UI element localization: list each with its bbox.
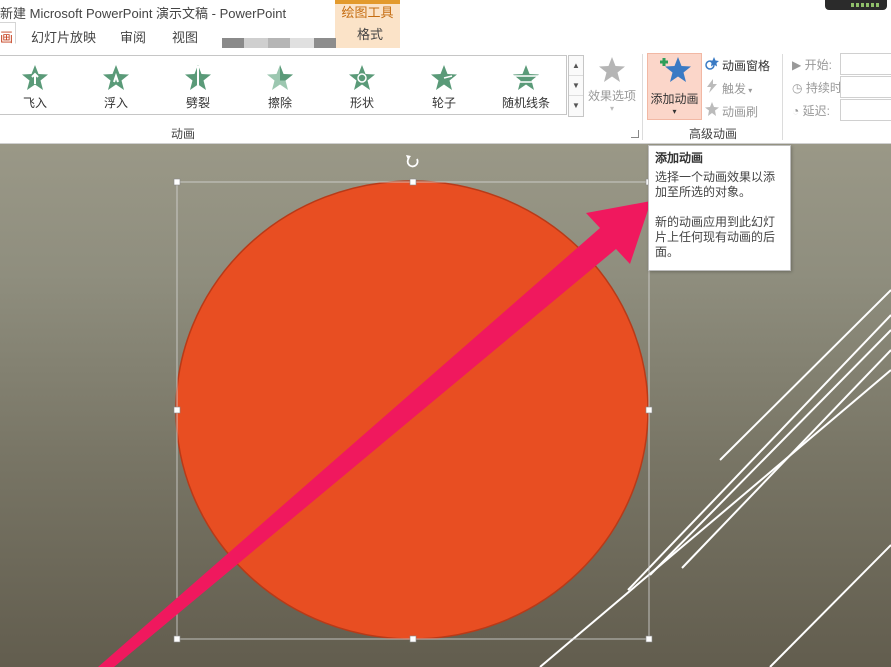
random-bars-icon [513, 65, 539, 90]
gallery-item-fly-in[interactable]: 飞入 [0, 64, 70, 111]
fly-in-icon [22, 65, 48, 90]
timing-delay-label: 延迟: [802, 104, 830, 118]
split-icon [185, 65, 211, 90]
expand-gallery-icon[interactable]: ▼ [569, 96, 583, 115]
gallery-item-label: 随机线条 [501, 96, 550, 110]
gallery-item-shape[interactable]: 形状 [327, 64, 397, 111]
gallery-item-label: 轮子 [431, 96, 456, 110]
gallery-item-label: 劈裂 [185, 96, 210, 110]
tooltip-text: 新的动画应用到此幻灯片上任何现有动画的后面。 [655, 215, 776, 259]
tab-animations-active[interactable]: 画 [0, 22, 16, 45]
gallery-item-wipe[interactable]: 擦除 [245, 64, 315, 111]
scroll-up-icon[interactable]: ▲ [569, 56, 583, 76]
gallery-item-label: 形状 [349, 96, 374, 110]
delay-input[interactable] [840, 99, 891, 121]
effect-options-label: 效果选项 [587, 89, 636, 103]
timing-start: ▶ 开始: [792, 56, 832, 73]
add-animation-tooltip: 添加动画 选择一个动画效果以添加至所选的对象。 新的动画应用到此幻灯片上任何现有… [648, 145, 791, 271]
dropdown-arrow-icon: ▾ [672, 107, 677, 116]
gallery-item-split[interactable]: 劈裂 [163, 64, 233, 111]
trigger-label: 触发 [722, 82, 747, 96]
ribbon-tabs: 画 幻灯片放映 审阅 视图 格式 [0, 22, 891, 49]
gallery-scroll[interactable]: ▲ ▼ ▼ [568, 55, 584, 117]
clock-icon: ◔ [792, 104, 803, 118]
tab-slideshow[interactable]: 幻灯片放映 [31, 27, 96, 46]
add-animation-label: 添加动画 [650, 92, 699, 106]
animation-pane-button[interactable]: 动画窗格 [705, 56, 770, 74]
window-controls[interactable] [825, 0, 887, 10]
tab-format[interactable]: 格式 [335, 22, 400, 48]
add-animation-button[interactable]: 添加动画 ▾ [647, 53, 702, 120]
play-icon: ▶ [792, 58, 805, 72]
gallery-item-float-in[interactable]: 浮入 [81, 64, 151, 111]
animation-pane-label: 动画窗格 [722, 59, 771, 73]
animation-painter-button[interactable]: 动画刷 [705, 102, 758, 120]
effect-options-button[interactable]: 效果选项 ▾ [586, 56, 638, 113]
title-bar: 新建 Microsoft PowerPoint 演示文稿 - PowerPoin… [0, 0, 891, 22]
group-label-animation: 动画 [171, 127, 196, 141]
group-label-advanced-animation: 高级动画 [689, 127, 738, 141]
animation-pane-icon [705, 56, 719, 73]
start-select[interactable] [840, 53, 891, 75]
wheel-icon [431, 65, 457, 90]
drawing-tools-context-header: 绘图工具 [335, 0, 400, 22]
gallery-item-label: 飞入 [22, 96, 47, 110]
animation-painter-label: 动画刷 [722, 105, 759, 119]
tab-review[interactable]: 审阅 [120, 27, 146, 46]
trigger-button[interactable]: 触发 ▾ [705, 79, 752, 97]
window-title: 新建 Microsoft PowerPoint 演示文稿 - PowerPoin… [0, 6, 287, 21]
wipe-icon [267, 65, 293, 90]
duration-input[interactable] [840, 76, 891, 98]
timing-delay: ◔ 延迟: [792, 102, 830, 119]
animation-painter-icon [705, 102, 719, 119]
gallery-item-random-bars[interactable]: 随机线条 [491, 64, 561, 111]
gallery-item-label: 浮入 [103, 96, 128, 110]
gallery-item-wheel[interactable]: 轮子 [409, 64, 479, 111]
tab-view[interactable]: 视图 [172, 27, 198, 46]
tooltip-title: 添加动画 [655, 151, 704, 165]
group-divider [782, 54, 783, 140]
tooltip-text: 选择一个动画效果以添加至所选的对象。 [655, 170, 776, 199]
group-divider [642, 54, 643, 140]
animation-gallery: 飞入 浮入 劈裂 擦除 形状 轮子 随机线条 [0, 55, 567, 115]
lightning-icon [705, 79, 719, 96]
add-animation-icon [659, 57, 691, 82]
gallery-item-label: 擦除 [267, 96, 292, 110]
rotate-handle-icon[interactable] [406, 155, 419, 168]
float-in-icon [103, 65, 129, 90]
ribbon: 飞入 浮入 劈裂 擦除 形状 轮子 随机线条 ▲ ▼ ▼ 效果选项 ▾ 动画 添… [0, 48, 891, 144]
effect-options-icon [599, 57, 625, 82]
dropdown-arrow-icon: ▾ [609, 104, 614, 113]
timing-start-label: 开始: [804, 58, 832, 72]
clock-icon: ◷ [792, 81, 806, 95]
scroll-down-icon[interactable]: ▼ [569, 76, 583, 96]
shape-icon [349, 65, 375, 90]
dialog-launcher-icon[interactable] [631, 130, 639, 138]
